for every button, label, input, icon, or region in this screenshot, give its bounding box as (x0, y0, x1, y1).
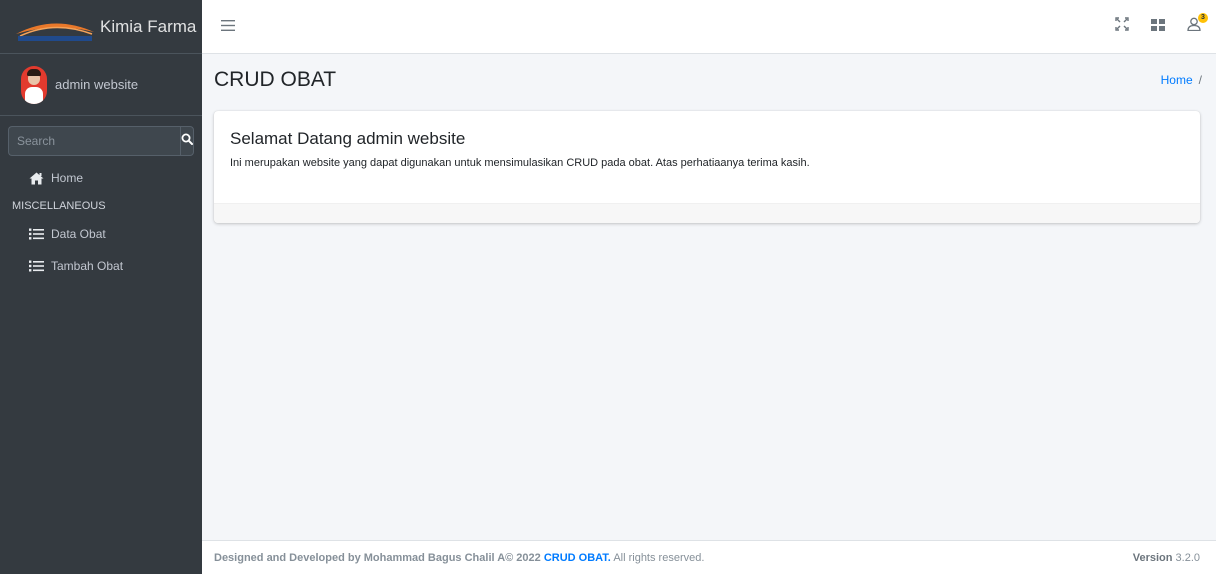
brand-name: Kimia Farma (100, 16, 197, 36)
search-icon (181, 132, 193, 150)
home-icon (28, 170, 44, 186)
grid-icon (1151, 18, 1165, 36)
footer-brand-link[interactable]: CRUD OBAT. (544, 552, 611, 564)
search-button[interactable] (180, 126, 194, 156)
page-title: CRUD OBAT (214, 68, 337, 91)
user-panel[interactable]: admin website (0, 54, 202, 116)
card-footer (214, 203, 1200, 223)
apps-button[interactable] (1150, 18, 1166, 36)
sidebar: Kimia Farma admin website Home MISCELLAN… (0, 0, 202, 574)
menu-toggle-button[interactable] (220, 19, 236, 35)
footer-rights: All rights reserved. (613, 551, 705, 564)
avatar (21, 65, 47, 104)
main-footer: Designed and Developed by Mohammad Bagus… (202, 540, 1216, 574)
footer-version: Version 3.2.0 (1133, 552, 1200, 564)
breadcrumb-separator: / (1198, 73, 1202, 87)
sidebar-item-data-obat[interactable]: Data Obat (0, 218, 202, 250)
user-menu-button[interactable]: 3 (1186, 12, 1208, 35)
list-icon (28, 258, 44, 274)
sidebar-item-tambah-obat[interactable]: Tambah Obat (0, 250, 202, 282)
fullscreen-icon (1115, 17, 1129, 36)
nav-section-header: MISCELLANEOUS (12, 200, 106, 212)
brand-link[interactable]: Kimia Farma (0, 0, 202, 54)
kimia-farma-logo (14, 12, 96, 42)
sidebar-item-home[interactable]: Home (0, 162, 202, 194)
user-name[interactable]: admin website (55, 77, 138, 92)
card-text: Ini merupakan website yang dapat digunak… (230, 157, 810, 169)
sidebar-item-label: Data Obat (51, 227, 106, 241)
footer-credit: Designed and Developed by Mohammad Bagus… (214, 551, 541, 564)
menu-icon (221, 18, 235, 36)
footer-copyright: Designed and Developed by Mohammad Bagus… (214, 552, 704, 564)
sidebar-item-label: Home (51, 171, 84, 185)
welcome-card: Selamat Datang admin website Ini merupak… (214, 111, 1200, 223)
content-header: CRUD OBAT Home / (214, 66, 1202, 94)
version-value: 3.2.0 (1175, 551, 1200, 564)
list-icon (28, 226, 44, 242)
fullscreen-button[interactable] (1114, 17, 1130, 36)
notification-badge: 3 (1198, 12, 1208, 23)
breadcrumb: Home / (1161, 73, 1202, 87)
card-body: Selamat Datang admin website Ini merupak… (214, 111, 1200, 203)
card-title: Selamat Datang admin website (230, 129, 466, 148)
version-label: Version (1132, 551, 1173, 564)
sidebar-nav: Home MISCELLANEOUS Data Obat Tambah Obat (0, 162, 202, 282)
top-navbar: 3 (202, 0, 1216, 54)
sidebar-item-label: Tambah Obat (51, 259, 124, 273)
navbar-right: 3 (1114, 12, 1208, 36)
breadcrumb-home-link[interactable]: Home (1161, 73, 1193, 87)
search-input[interactable] (8, 126, 180, 156)
sidebar-search (8, 126, 194, 156)
